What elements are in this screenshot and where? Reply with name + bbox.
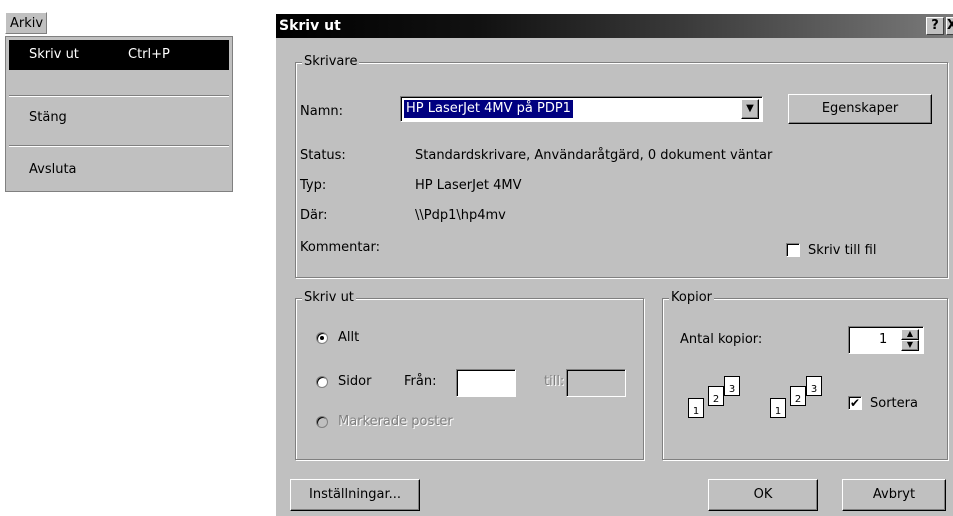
printer-select[interactable]: HP LaserJet 4MV på PDP1 ▼ xyxy=(400,96,763,122)
print-dialog: Skriv ut ? X Skrivare Namn: HP LaserJet … xyxy=(276,14,953,516)
menu-separator xyxy=(9,95,229,97)
print-range-title: Skriv ut xyxy=(302,290,356,306)
page-number: 1 xyxy=(774,406,782,417)
radio-selected-dot xyxy=(320,336,324,340)
page-number: 3 xyxy=(728,384,736,395)
where-value: \\Pdp1\hp4mv xyxy=(415,208,506,223)
checkmark-icon: ✔ xyxy=(849,396,861,410)
menu-item-exit-label: Avsluta xyxy=(29,162,77,177)
print-to-file-checkbox[interactable] xyxy=(786,243,800,257)
to-input[interactable] xyxy=(566,369,626,397)
menu-item-close[interactable]: Stäng xyxy=(9,103,229,133)
from-label: Från: xyxy=(404,374,437,389)
radio-all[interactable] xyxy=(316,332,328,344)
properties-button-label: Egenskaper xyxy=(821,101,899,116)
menu-item-print-shortcut: Ctrl+P xyxy=(128,47,170,62)
type-value: HP LaserJet 4MV xyxy=(415,178,522,193)
page-number: 2 xyxy=(712,394,720,405)
page-icon: 3 xyxy=(806,376,822,396)
to-label: till: xyxy=(544,374,565,389)
page-number: 1 xyxy=(692,406,700,417)
status-label: Status: xyxy=(300,148,346,163)
copies-group-title: Kopior xyxy=(669,290,714,306)
print-to-file-label: Skriv till fil xyxy=(808,243,877,258)
page-icon: 2 xyxy=(790,386,806,406)
close-button[interactable]: X xyxy=(946,17,953,35)
cancel-button-label: Avbryt xyxy=(872,487,916,502)
radio-selection[interactable] xyxy=(316,416,328,428)
page-icon: 3 xyxy=(724,376,740,396)
settings-button[interactable]: Inställningar... xyxy=(290,479,420,511)
menu-item-close-label: Stäng xyxy=(29,110,67,125)
copies-count-input[interactable]: 1 ▲ ▼ xyxy=(848,326,924,354)
copies-group: Kopior xyxy=(662,290,948,460)
from-input[interactable] xyxy=(456,369,516,397)
radio-pages[interactable] xyxy=(316,376,328,388)
type-label: Typ: xyxy=(300,178,327,193)
chevron-down-icon: ▼ xyxy=(746,103,754,114)
printer-group-title: Skrivare xyxy=(302,54,360,70)
radio-selection-label: Markerade poster xyxy=(338,414,453,429)
properties-button[interactable]: Egenskaper xyxy=(788,94,932,124)
menu-arkiv[interactable]: Arkiv xyxy=(5,12,47,34)
status-value: Standardskrivare, Användaråtgärd, 0 doku… xyxy=(415,148,773,163)
help-button[interactable]: ? xyxy=(926,17,944,35)
menu-item-print-label: Skriv ut xyxy=(29,47,79,62)
menu-arkiv-label: Arkiv xyxy=(10,16,44,31)
copies-count-label: Antal kopior: xyxy=(680,332,763,347)
dropdown-button[interactable]: ▼ xyxy=(741,99,759,119)
comment-label: Kommentar: xyxy=(300,240,380,255)
radio-all-label: Allt xyxy=(338,330,360,345)
ok-button-label: OK xyxy=(753,487,773,502)
settings-button-label: Inställningar... xyxy=(309,487,401,502)
page-number: 3 xyxy=(810,384,818,395)
page-icon: 2 xyxy=(708,386,724,406)
copies-up-button[interactable]: ▲ xyxy=(901,329,919,340)
page-number: 2 xyxy=(794,394,802,405)
ok-button[interactable]: OK xyxy=(708,479,818,511)
collate-checkbox[interactable]: ✔ xyxy=(848,396,862,410)
menu-item-print[interactable]: Skriv ut Ctrl+P xyxy=(9,40,229,70)
help-icon: ? xyxy=(931,18,939,33)
arrow-down-icon: ▼ xyxy=(906,340,914,349)
file-menu: Skriv ut Ctrl+P Stäng Avsluta xyxy=(5,36,233,192)
printer-name-label: Namn: xyxy=(300,104,343,119)
copies-down-button[interactable]: ▼ xyxy=(901,340,919,351)
dialog-title: Skriv ut xyxy=(279,18,341,34)
printer-select-value: HP LaserJet 4MV på PDP1 xyxy=(404,100,573,118)
page-icon: 1 xyxy=(688,398,704,418)
close-icon: X xyxy=(947,18,953,33)
arrow-up-icon: ▲ xyxy=(906,329,914,338)
cancel-button[interactable]: Avbryt xyxy=(842,479,946,511)
page-icon: 1 xyxy=(770,398,786,418)
menu-separator xyxy=(9,145,229,147)
collate-label: Sortera xyxy=(870,396,918,411)
copies-count-value: 1 xyxy=(879,332,888,347)
menu-item-exit[interactable]: Avsluta xyxy=(9,155,229,185)
radio-pages-label: Sidor xyxy=(338,374,372,389)
dialog-titlebar: Skriv ut xyxy=(276,14,953,38)
where-label: Där: xyxy=(300,208,328,223)
